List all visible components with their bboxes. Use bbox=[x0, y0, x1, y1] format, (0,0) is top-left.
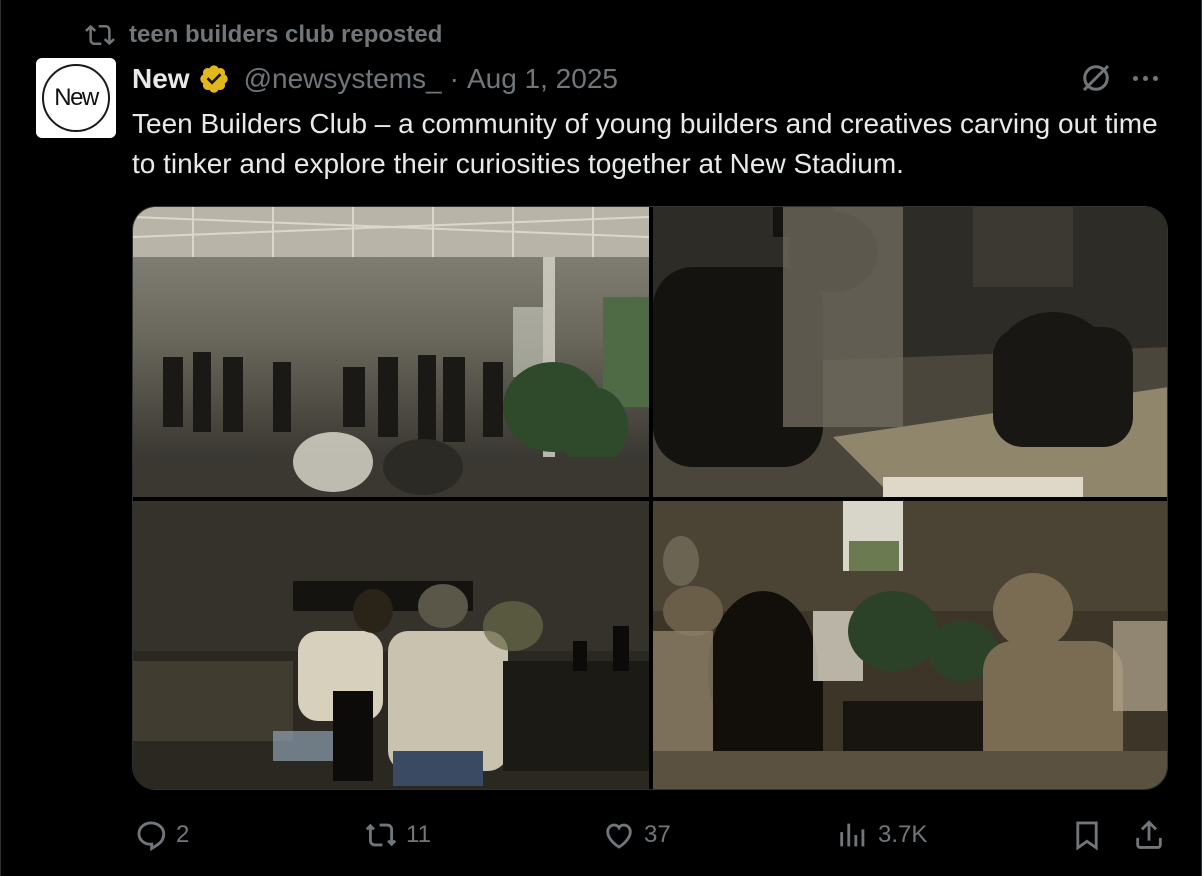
reply-button[interactable]: 2 bbox=[134, 812, 189, 858]
like-button[interactable]: 37 bbox=[602, 812, 671, 858]
heart-icon bbox=[606, 823, 632, 849]
author-handle[interactable]: @newsystems_ bbox=[244, 63, 442, 95]
tweet-header: New @newsystems_ · Aug 1, 2025 bbox=[132, 60, 618, 98]
views-chart-icon bbox=[840, 823, 865, 847]
bookmark-icon bbox=[1076, 821, 1098, 851]
share-button[interactable] bbox=[1132, 812, 1166, 858]
reply-count: 2 bbox=[176, 821, 190, 848]
verified-badge-icon[interactable] bbox=[198, 63, 230, 95]
media-photo-1[interactable] bbox=[133, 207, 649, 497]
photo-group-image bbox=[653, 501, 1167, 789]
avatar-logo: New bbox=[42, 64, 110, 132]
media-grid[interactable] bbox=[132, 206, 1168, 790]
grok-icon[interactable] bbox=[1078, 60, 1114, 96]
repost-label: teen builders club reposted bbox=[129, 21, 443, 48]
media-photo-2[interactable] bbox=[653, 207, 1167, 497]
more-dot bbox=[1143, 76, 1148, 81]
media-photo-4[interactable] bbox=[653, 501, 1167, 789]
repost-indicator[interactable]: teen builders club reposted bbox=[85, 20, 442, 50]
photo-table-image bbox=[133, 501, 649, 789]
avatar-logo-text: New bbox=[54, 84, 99, 111]
tweet-date[interactable]: Aug 1, 2025 bbox=[467, 63, 618, 95]
author-name[interactable]: New bbox=[132, 63, 190, 95]
photo-studio-image bbox=[133, 207, 649, 497]
repost-count: 11 bbox=[406, 821, 431, 848]
tweet-container: teen builders club reposted New New @new… bbox=[0, 0, 1202, 876]
media-photo-3[interactable] bbox=[133, 501, 649, 789]
bookmark-button[interactable] bbox=[1070, 812, 1104, 858]
more-dot bbox=[1133, 76, 1138, 81]
header-separator: · bbox=[449, 63, 459, 94]
more-options-icon[interactable] bbox=[1133, 76, 1158, 81]
tweet-actions: 2 11 37 3.7K bbox=[132, 812, 1172, 858]
repost-action-icon bbox=[365, 823, 397, 847]
tweet-text: Teen Builders Club – a community of youn… bbox=[132, 108, 1158, 179]
repost-icon bbox=[85, 24, 115, 46]
reply-icon bbox=[137, 821, 166, 852]
repost-button[interactable]: 11 bbox=[364, 812, 431, 858]
like-count: 37 bbox=[644, 821, 671, 848]
photo-floor-image bbox=[653, 207, 1167, 497]
avatar[interactable]: New bbox=[36, 58, 116, 138]
share-icon bbox=[1136, 820, 1162, 849]
more-dot bbox=[1153, 76, 1158, 81]
views-button[interactable]: 3.7K bbox=[836, 812, 927, 858]
views-count: 3.7K bbox=[878, 821, 928, 848]
